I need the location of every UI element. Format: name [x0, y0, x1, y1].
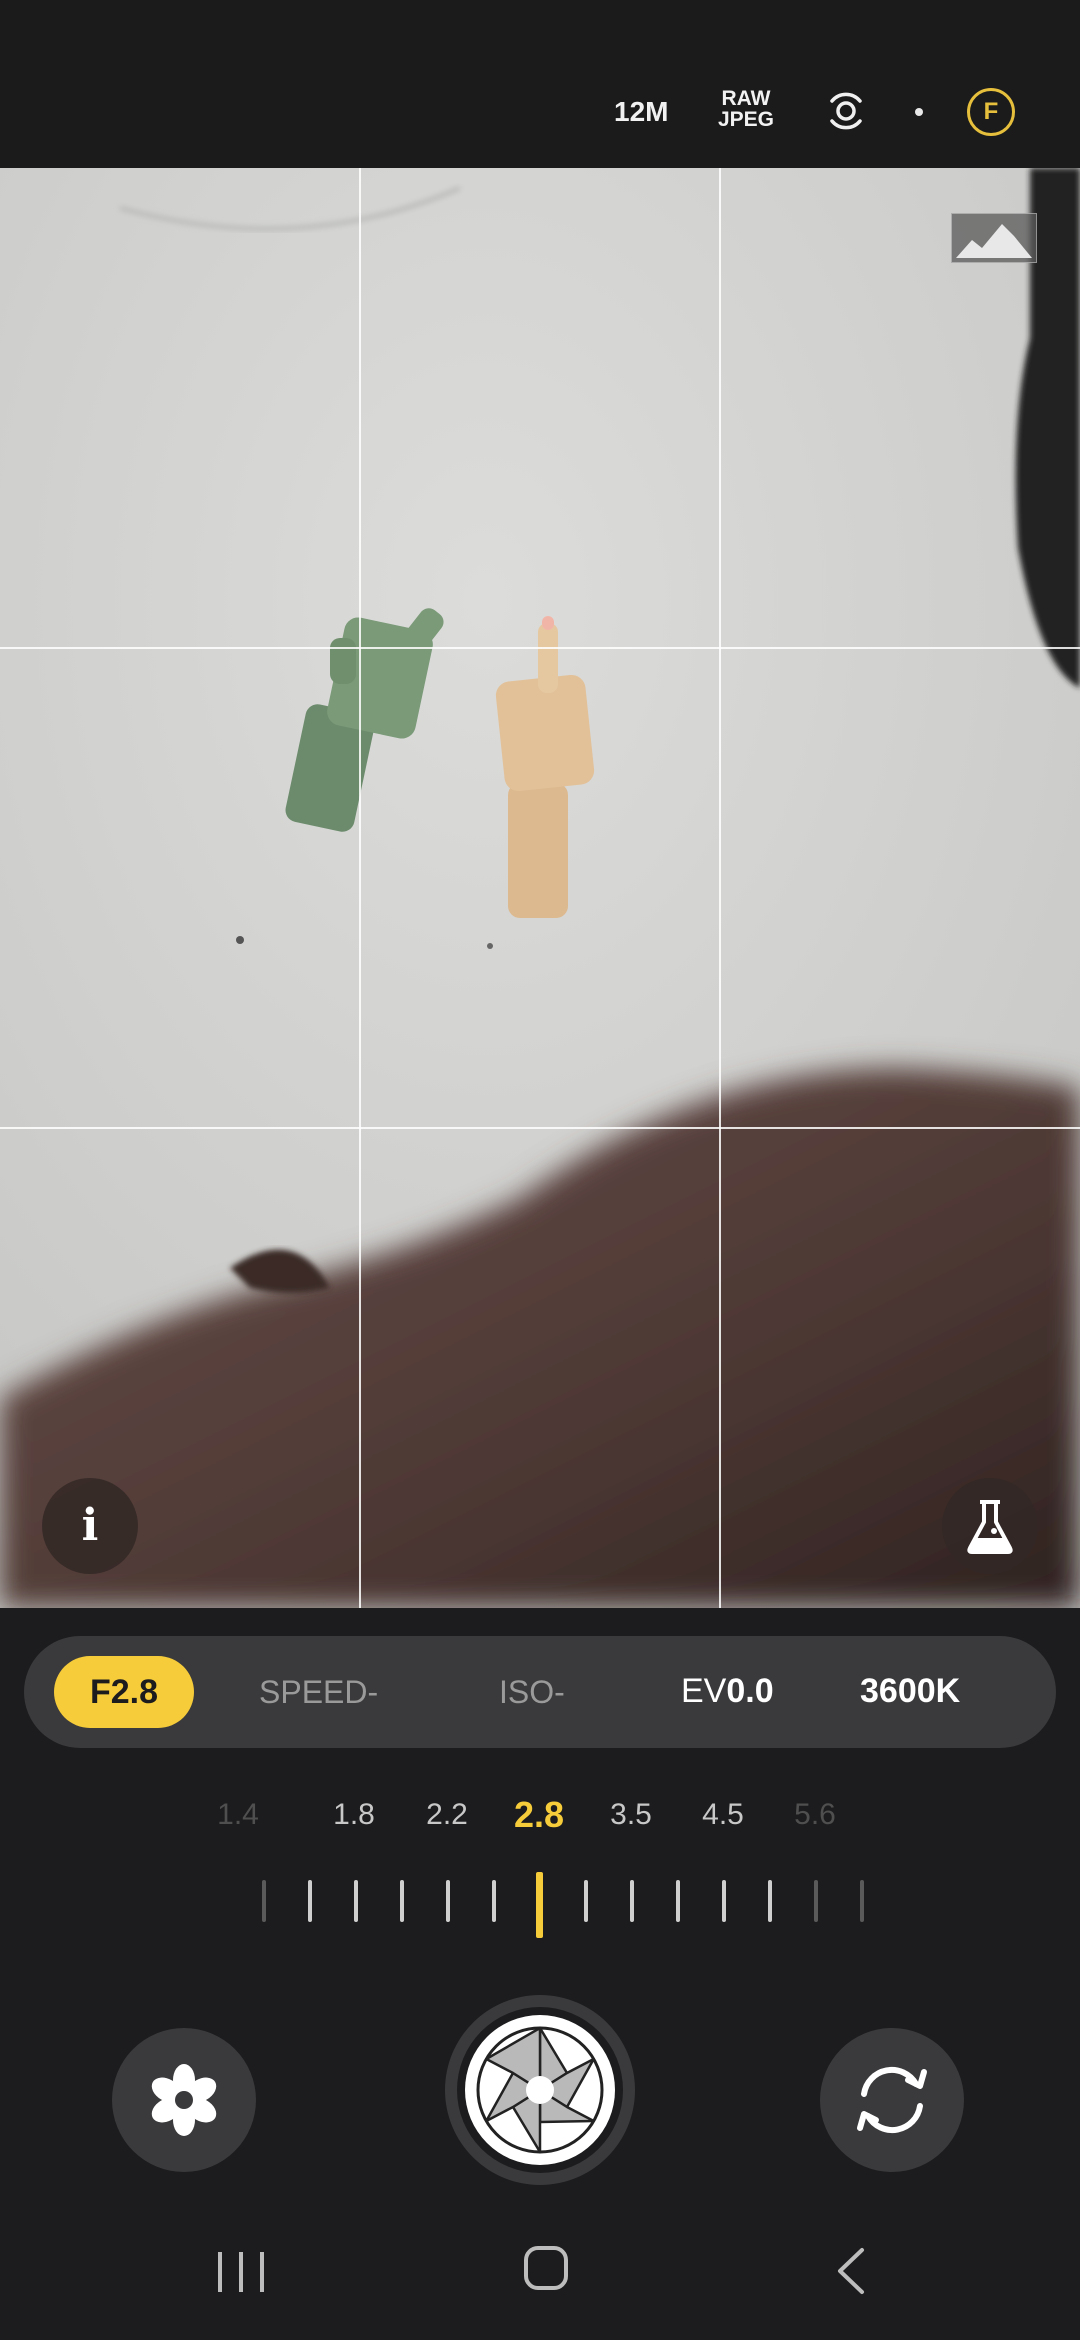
aperture-stop-label[interactable]: 4.5	[702, 1798, 744, 1832]
aperture-tick[interactable]	[492, 1880, 496, 1922]
format-raw-label: RAW	[721, 87, 771, 110]
white-balance-control[interactable]: 3600K	[860, 1672, 960, 1711]
shutter-button[interactable]	[445, 1995, 635, 2185]
switch-camera-icon	[857, 2066, 927, 2134]
recent-apps-icon[interactable]	[214, 2250, 268, 2294]
macro-button[interactable]	[112, 2028, 256, 2172]
grid-line-h1	[0, 647, 1080, 649]
flask-icon	[967, 1500, 1013, 1554]
lab-button[interactable]	[942, 1478, 1038, 1574]
aperture-tick[interactable]	[400, 1880, 404, 1922]
grid-line-v2	[719, 168, 721, 1608]
aperture-tick[interactable]	[354, 1880, 358, 1922]
grid-line-h2	[0, 1127, 1080, 1129]
aperture-tick[interactable]	[308, 1880, 312, 1922]
aperture-tick[interactable]	[584, 1880, 588, 1922]
aperture-stop-label[interactable]: 1.8	[333, 1798, 375, 1832]
status-dot	[915, 108, 923, 116]
format-jpeg-label: JPEG	[717, 108, 775, 131]
histogram-icon[interactable]	[951, 213, 1037, 263]
macro-flower-icon	[151, 2064, 217, 2136]
aperture-tick[interactable]	[630, 1880, 634, 1922]
aperture-tick[interactable]	[722, 1880, 726, 1922]
aperture-tick[interactable]	[814, 1880, 818, 1922]
profile-badge[interactable]: F	[967, 88, 1015, 136]
aperture-stop-label[interactable]: 2.2	[426, 1798, 468, 1832]
shutter-speed-control[interactable]: SPEED-	[259, 1674, 378, 1711]
camera-viewfinder[interactable]: i	[0, 168, 1080, 1608]
iso-control[interactable]: ISO-	[499, 1674, 565, 1711]
aperture-tick-selected[interactable]	[536, 1872, 543, 1938]
switch-camera-button[interactable]	[820, 2028, 964, 2172]
back-icon[interactable]	[830, 2246, 870, 2296]
aperture-dial-labels[interactable]: 1.4 1.8 2.2 2.8 3.5 4.5 5.6	[0, 1794, 1080, 1842]
aperture-control[interactable]: F2.8	[54, 1656, 194, 1728]
aperture-dial-ticks[interactable]	[0, 1872, 1080, 1938]
aperture-tick[interactable]	[446, 1880, 450, 1922]
aperture-tick[interactable]	[860, 1880, 864, 1922]
format-button[interactable]: RAW JPEG	[708, 88, 784, 130]
info-icon: i	[81, 1500, 99, 1551]
home-icon[interactable]	[524, 2246, 568, 2290]
top-bar: 12M RAW JPEG F	[0, 0, 1080, 168]
aperture-tick[interactable]	[768, 1880, 772, 1922]
ev-value: 0.0	[726, 1672, 774, 1710]
lens-switch-icon[interactable]	[822, 87, 870, 135]
aperture-tick[interactable]	[676, 1880, 680, 1922]
aperture-stop-label[interactable]: 3.5	[610, 1798, 652, 1832]
exposure-control[interactable]: EV0.0	[681, 1672, 774, 1711]
manual-controls-bar: F2.8 SPEED- ISO- EV0.0 3600K	[24, 1636, 1056, 1748]
aperture-stop-label[interactable]: 1.4	[217, 1798, 259, 1832]
shutter-face	[465, 2015, 615, 2165]
info-button[interactable]: i	[42, 1478, 138, 1574]
grid-line-v1	[359, 168, 361, 1608]
aperture-stop-label[interactable]: 5.6	[794, 1798, 836, 1832]
resolution-button[interactable]: 12M	[614, 96, 668, 128]
aperture-stop-label-selected[interactable]: 2.8	[514, 1794, 564, 1836]
shutter-aperture-icon	[476, 2026, 604, 2154]
ev-label: EV	[681, 1672, 727, 1710]
camera-preview-image	[0, 168, 1080, 1608]
aperture-tick[interactable]	[262, 1880, 266, 1922]
